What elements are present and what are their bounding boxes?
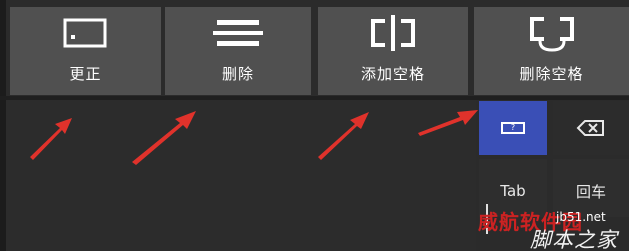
add-space-label: 添加空格 bbox=[360, 65, 425, 83]
backspace-key[interactable] bbox=[553, 101, 629, 155]
delete-button[interactable]: 删除 bbox=[165, 7, 311, 95]
split-brackets-icon bbox=[371, 15, 415, 51]
backspace-icon bbox=[576, 120, 604, 136]
watermark-url: jb51.net bbox=[556, 210, 606, 224]
enter-key-label: 回车 bbox=[575, 182, 606, 201]
handwriting-area[interactable] bbox=[6, 100, 476, 251]
correct-label: 更正 bbox=[69, 65, 102, 83]
add-space-button[interactable]: 添加空格 bbox=[318, 7, 468, 95]
join-brackets-icon bbox=[529, 17, 574, 52]
gesture-toolbar: 更正 删除 添加空格 删除空格 bbox=[10, 7, 629, 95]
strikethrough-lines-icon bbox=[213, 20, 263, 46]
delete-space-button[interactable]: 删除空格 bbox=[474, 7, 629, 95]
rectangle-dot-icon bbox=[63, 18, 106, 48]
keyboard-toggle-icon: ? bbox=[501, 122, 525, 134]
handwriting-panel: 更正 删除 添加空格 删除空格 ? Tab 回车 威航软件园 jb51.net … bbox=[0, 0, 629, 251]
watermark-right: 脚本之家 bbox=[530, 228, 618, 251]
delete-space-label: 删除空格 bbox=[519, 65, 584, 83]
correct-button[interactable]: 更正 bbox=[10, 7, 161, 95]
delete-label: 删除 bbox=[221, 65, 254, 83]
ime-toggle-key[interactable]: ? bbox=[479, 101, 547, 155]
tab-key-label: Tab bbox=[500, 182, 526, 200]
